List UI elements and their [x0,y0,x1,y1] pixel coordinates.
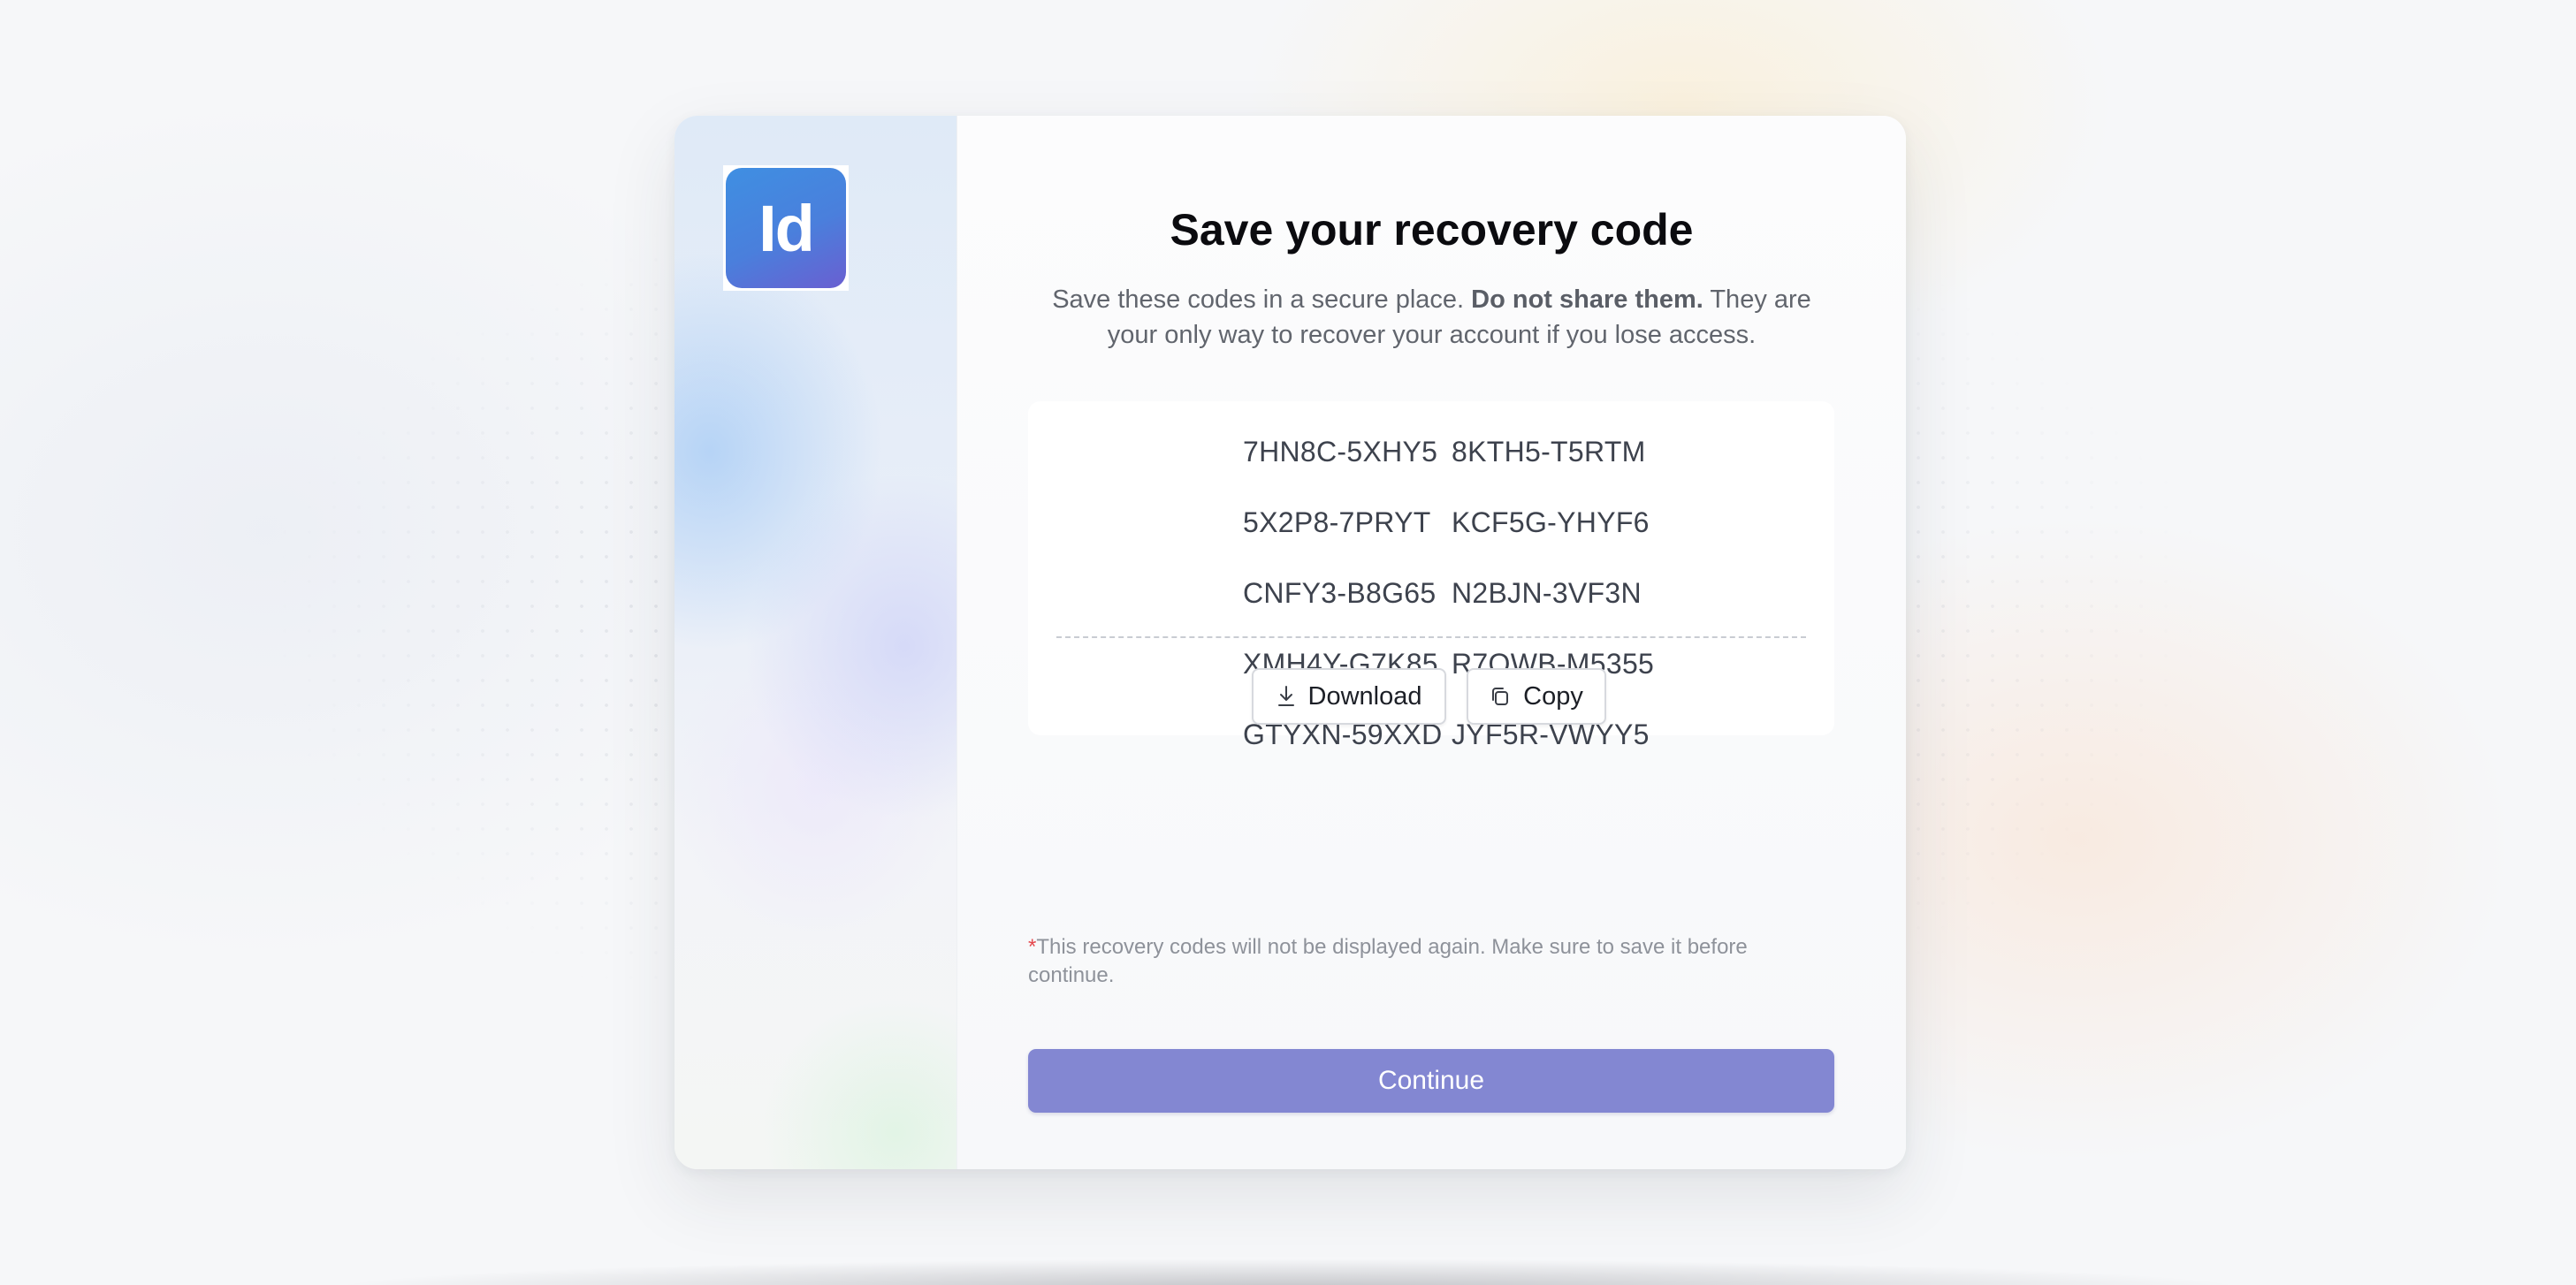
content-panel: Save your recovery code Save these codes… [957,116,1906,1169]
required-star: * [1028,935,1037,959]
download-icon [1277,685,1296,708]
subtitle: Save these codes in a secure place. Do n… [1037,282,1826,353]
copy-button[interactable]: Copy [1467,668,1606,725]
app-logo: Id [723,165,849,291]
page-title: Save your recovery code [1170,205,1694,255]
brand-sidebar: Id [674,116,957,1169]
warning-note-continued: continue. [1028,963,1115,987]
recovery-code: 7HN8C-5XHY5 [1243,436,1438,468]
subtitle-prefix: Save these codes in a secure place. [1052,285,1472,314]
recovery-codes-box: 7HN8C-5XHY5 8KTH5-T5RTM 5X2P8-7PRYT KCF5… [1028,401,1834,750]
recovery-code-card: Id Save your recovery code Save these co… [674,116,1906,1169]
warning-note-text: This recovery codes will not be displaye… [1036,935,1748,959]
recovery-code: CNFY3-B8G65 [1243,577,1437,609]
subtitle-warning: Do not share them. [1471,285,1703,314]
recovery-code: 8KTH5-T5RTM [1452,436,1646,468]
download-button[interactable]: Download [1252,668,1446,725]
recovery-code: N2BJN-3VF3N [1452,577,1642,609]
download-label: Download [1307,681,1422,711]
dashed-divider [1056,636,1806,638]
recovery-code: 5X2P8-7PRYT [1243,506,1431,538]
logo-mark: Id [726,168,846,288]
warning-note: *This recovery codes will not be display… [1028,935,1748,960]
continue-button[interactable]: Continue [1028,1049,1834,1113]
recovery-code: KCF5G-YHYF6 [1452,506,1650,538]
copy-icon [1490,686,1511,707]
bottom-shadow [318,1258,2258,1285]
copy-label: Copy [1523,681,1583,711]
